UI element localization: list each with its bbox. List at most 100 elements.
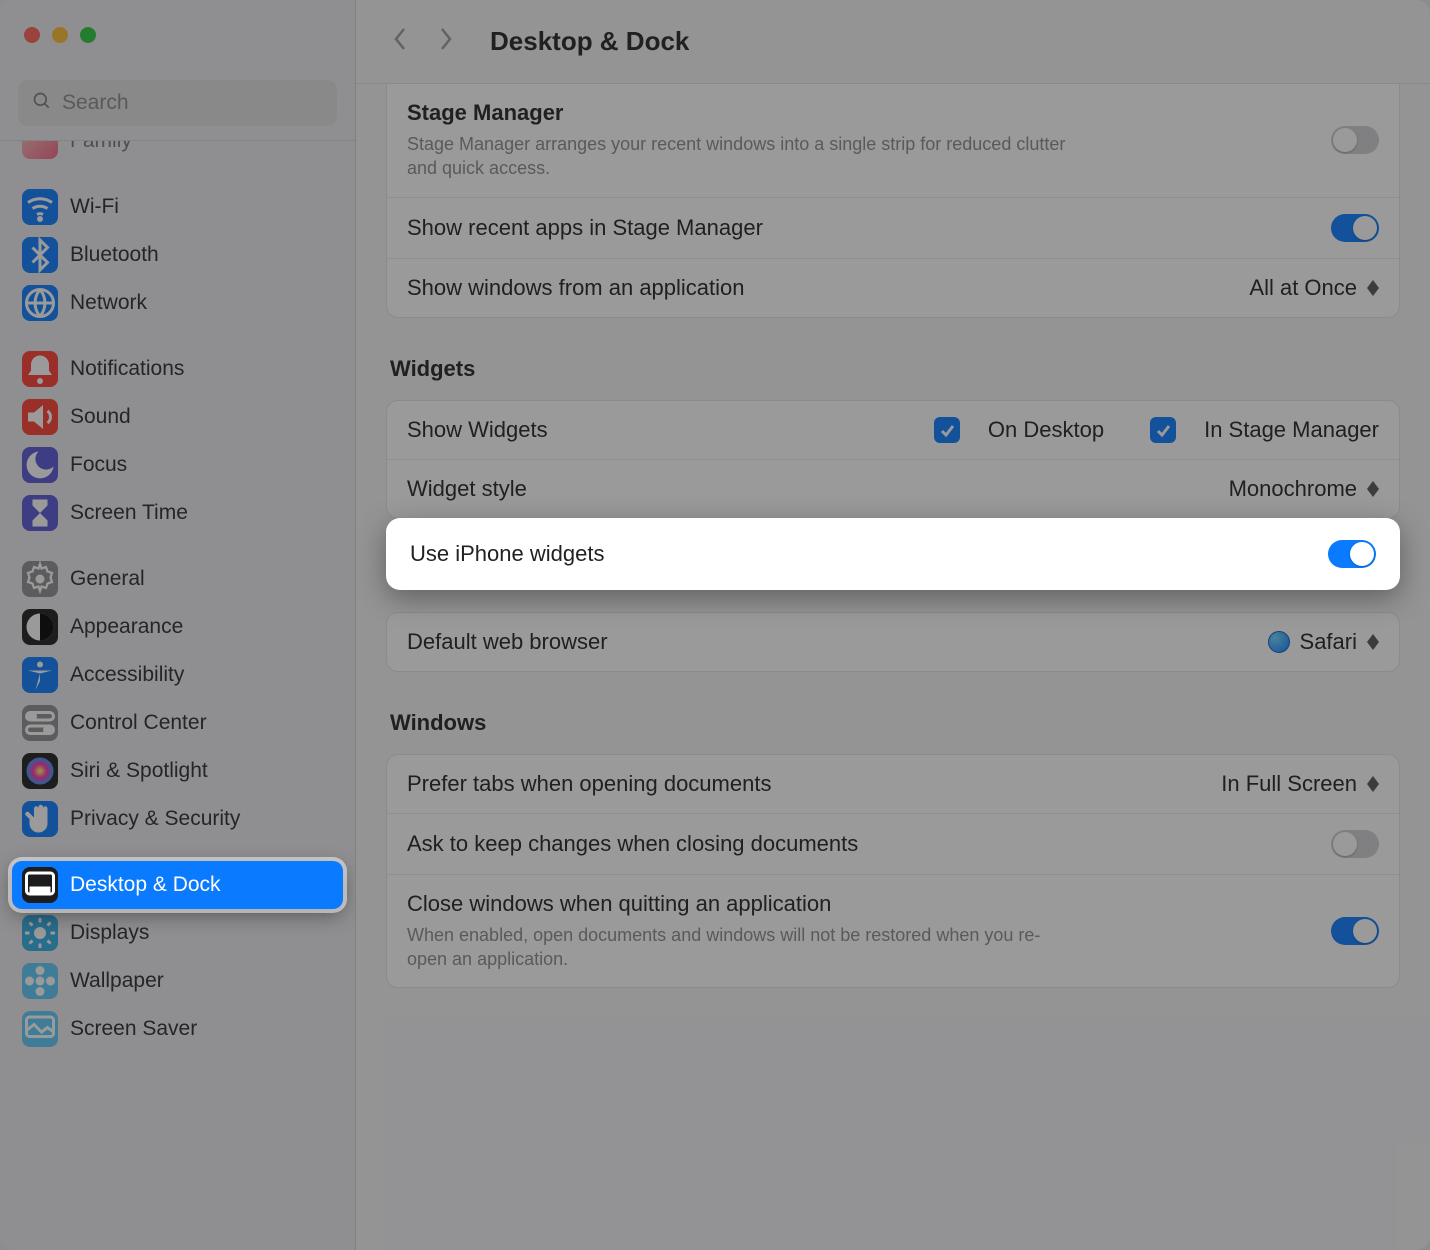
sidebar-item-label: Siri & Spotlight [70,759,208,783]
default-browser-row: Default web browser Safari [387,613,1399,671]
sidebar-item-displays[interactable]: Displays [12,909,343,957]
sidebar-item-label: Appearance [70,615,183,639]
safari-icon [1268,631,1290,653]
search-input[interactable] [62,91,323,115]
show-windows-row: Show windows from an application All at … [387,258,1399,317]
sidebar-item-label: Bluetooth [70,243,159,267]
on-desktop-checkbox[interactable] [934,417,960,443]
windows-group: Prefer tabs when opening documents In Fu… [386,754,1400,989]
bell-icon [22,351,58,387]
sidebar-item-label: Network [70,291,147,315]
stepper-icon [1367,634,1379,650]
contrast-icon [22,609,58,645]
stepper-icon [1367,280,1379,296]
gear-icon [22,561,58,597]
sidebar-item-label: General [70,567,145,591]
prefer-tabs-label: Prefer tabs when opening documents [407,771,1203,797]
browser-group: Default web browser Safari [386,612,1400,672]
maximize-button[interactable] [80,27,96,43]
sidebar-item-label: Screen Time [70,501,188,525]
prefer-tabs-row: Prefer tabs when opening documents In Fu… [387,755,1399,813]
close-windows-toggle[interactable] [1331,917,1379,945]
stage-manager-group: Stage Manager Stage Manager arranges you… [386,84,1400,318]
screensaver-icon [22,1011,58,1047]
sidebar-item-bluetooth[interactable]: Bluetooth [12,231,343,279]
sidebar: Family Wi-Fi Bluetooth Network Notifications… [0,0,356,1250]
in-stage-label: In Stage Manager [1204,417,1379,443]
show-widgets-label: Show Widgets [407,417,548,443]
sidebar-item-label: Wi-Fi [70,195,119,219]
sidebar-item-appearance[interactable]: Appearance [12,603,343,651]
page-title: Desktop & Dock [490,26,689,57]
speaker-icon [22,399,58,435]
sidebar-item-wi-fi[interactable]: Wi-Fi [12,183,343,231]
stage-manager-toggle[interactable] [1331,126,1379,154]
moon-icon [22,447,58,483]
close-windows-row: Close windows when quitting an applicati… [387,874,1399,988]
accessibility-icon [22,657,58,693]
sidebar-item-label: Privacy & Security [70,807,240,831]
sidebar-item-notifications[interactable]: Notifications [12,345,343,393]
sidebar-item-privacy-security[interactable]: Privacy & Security [12,795,343,843]
sidebar-item-control-center[interactable]: Control Center [12,699,343,747]
ask-changes-row: Ask to keep changes when closing documen… [387,813,1399,874]
wifi-icon [22,189,58,225]
default-browser-popup[interactable]: Safari [1268,629,1379,655]
default-browser-label: Default web browser [407,629,1250,655]
ask-changes-label: Ask to keep changes when closing documen… [407,831,1313,857]
show-windows-label: Show windows from an application [407,275,1231,301]
sidebar-item-family[interactable]: Family [12,141,343,165]
sidebar-item-label: Sound [70,405,131,429]
windows-section-title: Windows [390,710,1396,736]
sidebar-item-label: Notifications [70,357,184,381]
header: Desktop & Dock [356,0,1430,84]
sidebar-item-screen-time[interactable]: Screen Time [12,489,343,537]
in-stage-checkbox[interactable] [1150,417,1176,443]
default-browser-value: Safari [1300,629,1357,655]
close-windows-label: Close windows when quitting an applicati… [407,891,1313,917]
sidebar-item-siri-spotlight[interactable]: Siri & Spotlight [12,747,343,795]
recent-apps-label: Show recent apps in Stage Manager [407,215,1313,241]
iphone-widgets-label: Use iPhone widgets [410,541,1310,567]
globe-icon [22,285,58,321]
flower-icon [22,963,58,999]
stage-title: Stage Manager [407,100,1313,126]
siri-icon [22,753,58,789]
close-button[interactable] [24,27,40,43]
hand-icon [22,801,58,837]
sidebar-item-label: Screen Saver [70,1017,197,1041]
sidebar-item-label: Desktop & Dock [70,873,221,897]
bluetooth-icon [22,237,58,273]
widgets-group: Show Widgets On Desktop In Stage Manager… [386,400,1400,519]
minimize-button[interactable] [52,27,68,43]
hourglass-icon [22,495,58,531]
ask-changes-toggle[interactable] [1331,830,1379,858]
widget-style-row: Widget style Monochrome [387,459,1399,518]
sidebar-item-network[interactable]: Network [12,279,343,327]
sidebar-item-accessibility[interactable]: Accessibility [12,651,343,699]
sidebar-item-label: Focus [70,453,127,477]
sidebar-item-sound[interactable]: Sound [12,393,343,441]
back-button[interactable] [386,25,414,58]
show-windows-value: All at Once [1249,275,1357,301]
sidebar-item-screen-saver[interactable]: Screen Saver [12,1005,343,1053]
recent-apps-toggle[interactable] [1331,214,1379,242]
iphone-widgets-toggle[interactable] [1328,540,1376,568]
sidebar-item-general[interactable]: General [12,555,343,603]
sidebar-item-focus[interactable]: Focus [12,441,343,489]
sidebar-item-desktop-dock[interactable]: Desktop & Dock [12,861,343,909]
window-controls [0,0,355,70]
dock-icon [22,867,58,903]
search-field[interactable] [18,80,337,126]
on-desktop-label: On Desktop [988,417,1104,443]
widgets-section-title: Widgets [390,356,1396,382]
sun-icon [22,915,58,951]
sidebar-item-label: Control Center [70,711,207,735]
iphone-widgets-group: Use iPhone widgets [386,518,1400,590]
prefer-tabs-popup[interactable]: In Full Screen [1221,771,1379,797]
widget-style-popup[interactable]: Monochrome [1229,476,1379,502]
forward-button[interactable] [432,25,460,58]
show-windows-popup[interactable]: All at Once [1249,275,1379,301]
sidebar-item-wallpaper[interactable]: Wallpaper [12,957,343,1005]
prefer-tabs-value: In Full Screen [1221,771,1357,797]
